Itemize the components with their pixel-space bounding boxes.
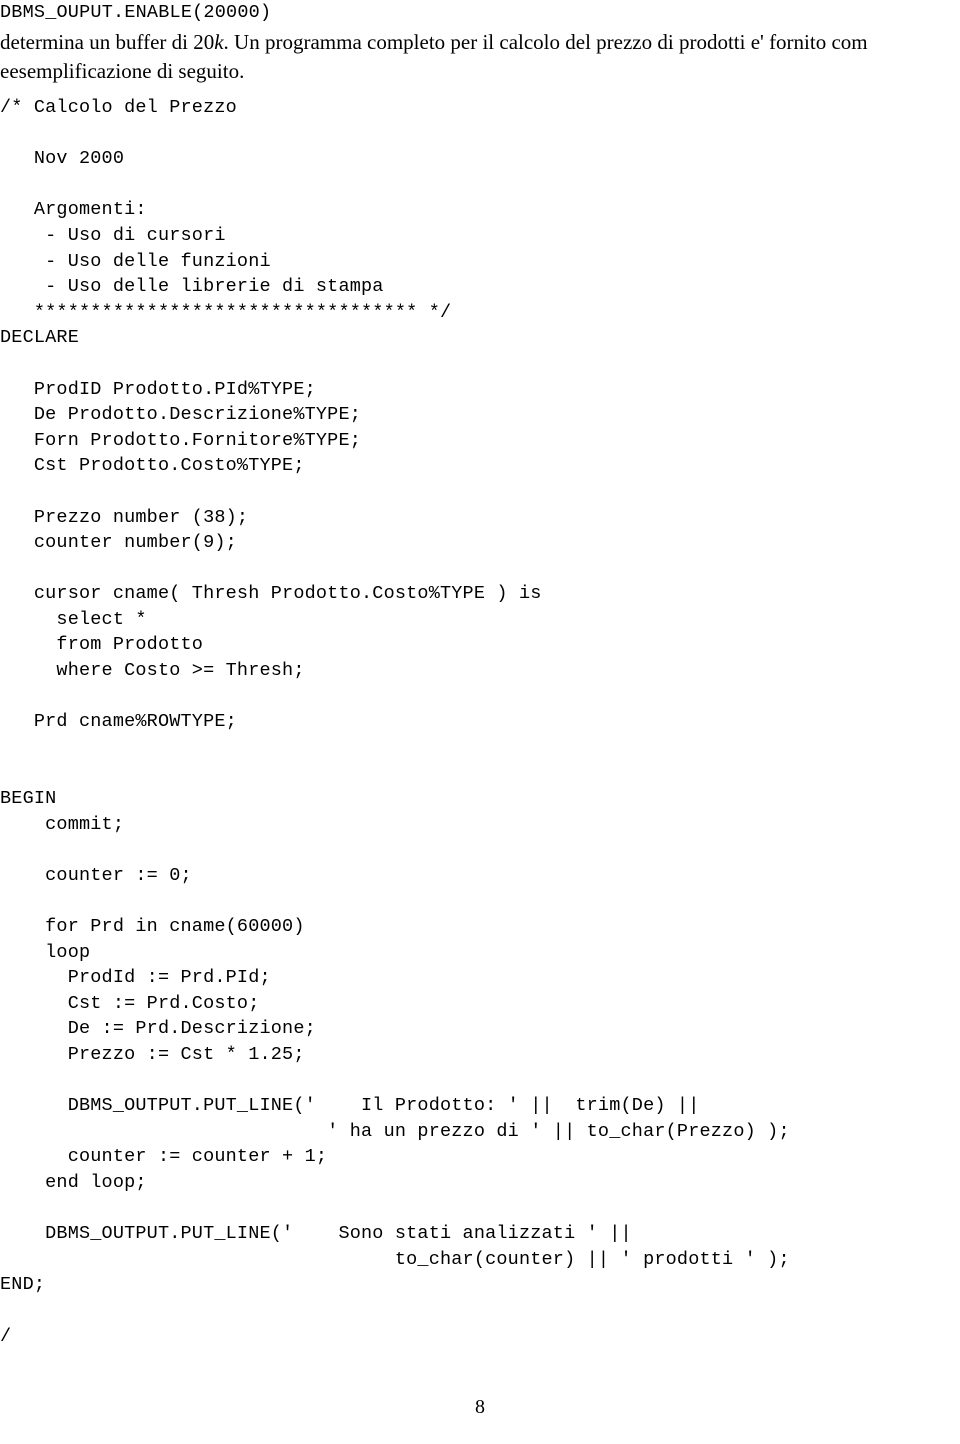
code-line: De := Prd.Descrizione; <box>0 1018 316 1040</box>
code-line: BEGIN <box>0 788 57 810</box>
intro-section: DBMS_OUPUT.ENABLE(20000) determina un bu… <box>0 0 930 86</box>
code-line: ProdId := Prd.PId; <box>0 967 271 989</box>
code-line: counter number(9); <box>0 532 237 554</box>
document-page: DBMS_OUPUT.ENABLE(20000) determina un bu… <box>0 0 960 1444</box>
code-line: /* Calcolo del Prezzo <box>0 97 237 118</box>
code-line: - Uso delle funzioni <box>0 250 271 272</box>
code-line: select * <box>0 608 147 630</box>
code-line: END; <box>0 1274 46 1296</box>
code-line: to_char(counter) || ' prodotti ' ); <box>0 1248 790 1270</box>
intro-paragraph-italic: k <box>214 30 224 54</box>
code-line: - Uso di cursori <box>0 224 226 246</box>
code-line: commit; <box>0 813 125 835</box>
code-line: ********************************** */ <box>0 301 452 323</box>
code-line: DECLARE <box>0 327 79 349</box>
intro-paragraph-part1: determina un buffer di 20 <box>0 30 215 54</box>
plsql-code-listing: /* Calcolo del Prezzo Nov 2000 Argomenti… <box>0 95 960 1349</box>
code-line: end loop; <box>0 1171 147 1193</box>
page-number: 8 <box>475 1396 485 1418</box>
code-line: Nov 2000 <box>0 148 125 170</box>
code-line: Cst := Prd.Costo; <box>0 992 260 1014</box>
code-line: ProdID Prodotto.PId%TYPE; <box>0 378 316 400</box>
code-line: counter := counter + 1; <box>0 1146 328 1168</box>
code-line: Cst Prodotto.Costo%TYPE; <box>0 455 305 477</box>
code-line: Prd cname%ROWTYPE; <box>0 711 237 733</box>
code-line: / <box>0 1325 12 1347</box>
code-line: for Prd in cname(60000) <box>0 916 305 937</box>
code-line: cursor cname( Thresh Prodotto.Costo%TYPE… <box>0 583 542 605</box>
code-line: - Uso delle librerie di stampa <box>0 276 384 298</box>
intro-code-fragment: DBMS_OUPUT.ENABLE(20000) <box>0 2 272 23</box>
code-line: ' ha un prezzo di ' || to_char(Prezzo) )… <box>0 1120 790 1142</box>
code-line: where Costo >= Thresh; <box>0 660 305 682</box>
code-line: Argomenti: <box>0 199 147 221</box>
intro-paragraph: determina un buffer di 20k. Un programma… <box>0 28 930 86</box>
code-line: loop <box>0 941 91 963</box>
code-line: from Prodotto <box>0 634 204 656</box>
code-line: Prezzo number (38); <box>0 506 249 528</box>
code-line: Prezzo := Cst * 1.25; <box>0 1043 305 1065</box>
code-line: DBMS_OUTPUT.PUT_LINE(' Sono stati analiz… <box>0 1223 632 1245</box>
code-line: De Prodotto.Descrizione%TYPE; <box>0 404 362 426</box>
code-line: counter := 0; <box>0 864 192 886</box>
code-line: Forn Prodotto.Fornitore%TYPE; <box>0 429 362 451</box>
code-line: DBMS_OUTPUT.PUT_LINE(' Il Prodotto: ' ||… <box>0 1095 700 1117</box>
